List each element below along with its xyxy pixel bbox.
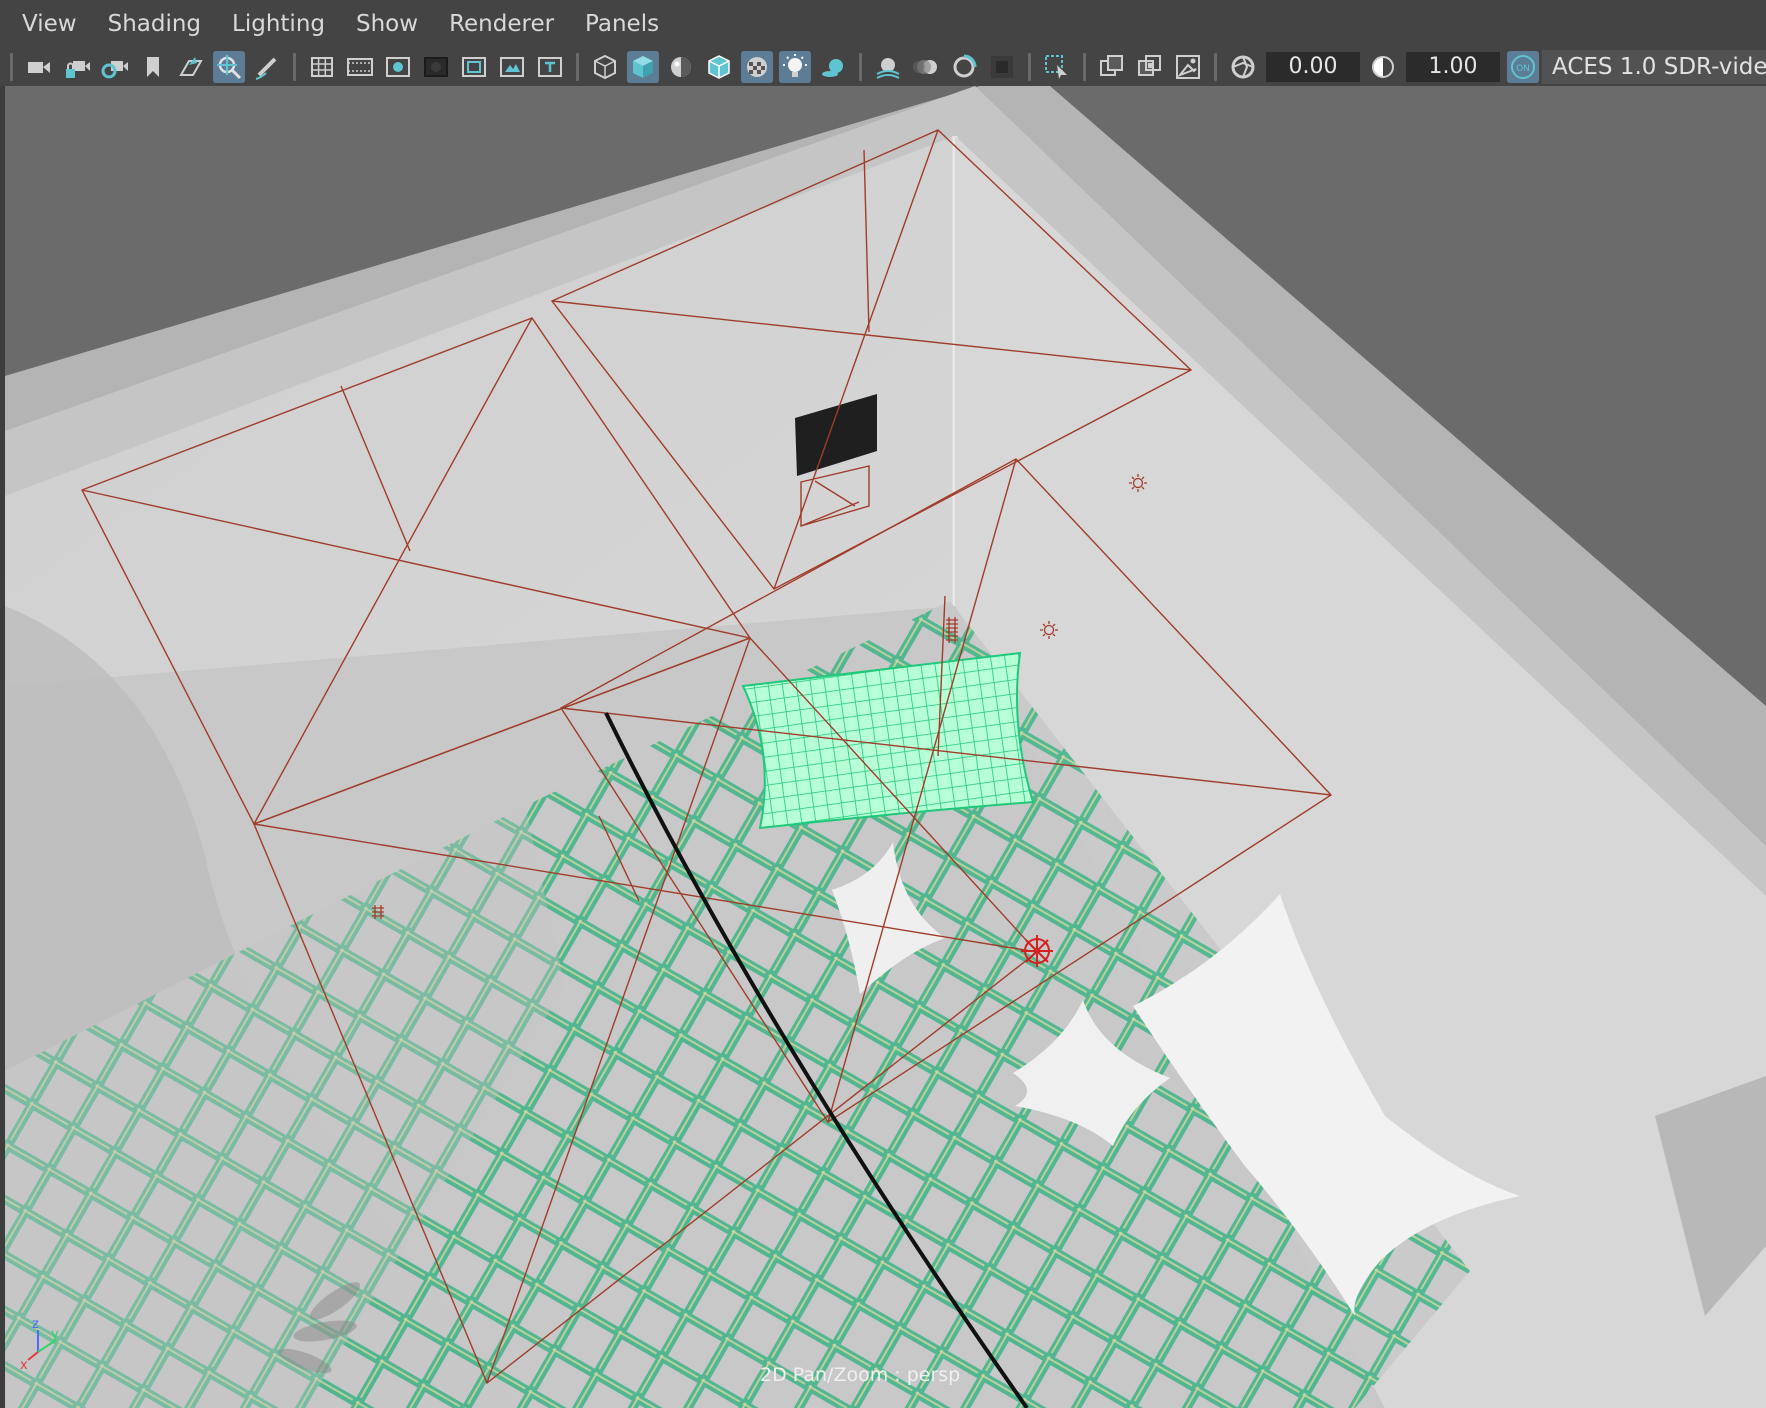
gamma-field[interactable] [1406, 52, 1500, 82]
use-default-material-icon[interactable] [665, 51, 697, 83]
gamma-icon[interactable] [1367, 51, 1399, 83]
toolbar-separator [1028, 53, 1031, 81]
menu-show[interactable]: Show [334, 0, 418, 48]
scene-render[interactable] [5, 86, 1766, 1408]
menu-shading[interactable]: Shading [86, 0, 201, 48]
wireframe-on-shaded-icon[interactable] [703, 51, 735, 83]
screen-space-ambient-occlusion-icon[interactable] [872, 51, 904, 83]
menu-panels[interactable]: Panels [563, 0, 659, 48]
toolbar-separator [293, 53, 296, 81]
view-axis-gizmo: z y x [20, 1317, 59, 1372]
toolbar-separator [1083, 53, 1086, 81]
exposure-field[interactable] [1266, 52, 1360, 82]
depth-of-field-icon[interactable] [986, 51, 1018, 83]
color-space-dropdown[interactable]: ACES 1.0 SDR-video [1542, 50, 1766, 84]
toolbar-separator [1214, 53, 1217, 81]
xray-active-components-icon[interactable] [1134, 51, 1166, 83]
isolate-select-icon[interactable] [1041, 51, 1073, 83]
film-gate-icon[interactable] [344, 51, 376, 83]
panel-toolbar: ON ACES 1.0 SDR-video [0, 48, 1766, 86]
motion-blur-icon[interactable] [910, 51, 942, 83]
toolbar-separator [859, 53, 862, 81]
grease-pencil-icon[interactable] [251, 51, 283, 83]
smooth-shade-all-icon[interactable] [627, 51, 659, 83]
safe-action-icon[interactable] [496, 51, 528, 83]
safe-title-icon[interactable] [534, 51, 566, 83]
menu-lighting[interactable]: Lighting [210, 0, 325, 48]
exposure-icon[interactable] [1227, 51, 1259, 83]
camera-lock-icon[interactable] [61, 51, 93, 83]
backface-culling-icon[interactable] [1172, 51, 1204, 83]
wireframe-icon[interactable] [589, 51, 621, 83]
panel-menubar: View Shading Lighting Show Renderer Pane… [0, 0, 1766, 48]
image-plane-icon[interactable] [175, 51, 207, 83]
resolution-gate-icon[interactable] [382, 51, 414, 83]
axis-label-z: z [32, 1317, 39, 1332]
bookmark-icon[interactable] [137, 51, 169, 83]
gate-mask-icon[interactable] [420, 51, 452, 83]
use-all-lights-icon[interactable] [779, 51, 811, 83]
menu-renderer[interactable]: Renderer [427, 0, 554, 48]
viewport-hud-label: 2D Pan/Zoom : persp [760, 1364, 961, 1386]
toolbar-separator [10, 53, 13, 81]
camera-select-icon[interactable] [23, 51, 55, 83]
toolbar-separator [576, 53, 579, 81]
grid-icon[interactable] [306, 51, 338, 83]
axis-label-x: x [20, 1358, 28, 1372]
multisample-anti-aliasing-icon[interactable] [948, 51, 980, 83]
axis-label-y: y [51, 1327, 59, 1342]
color-management-badge: ON [1516, 64, 1530, 74]
shadows-icon[interactable] [817, 51, 849, 83]
color-management-icon[interactable]: ON [1507, 51, 1539, 83]
field-chart-icon[interactable] [458, 51, 490, 83]
xray-icon[interactable] [741, 51, 773, 83]
viewport-persp[interactable]: z y x [5, 86, 1766, 1408]
menu-view[interactable]: View [0, 0, 77, 48]
xray-joints-icon[interactable] [1096, 51, 1128, 83]
camera-attributes-icon[interactable] [99, 51, 131, 83]
2d-pan-zoom-icon[interactable] [213, 51, 245, 83]
